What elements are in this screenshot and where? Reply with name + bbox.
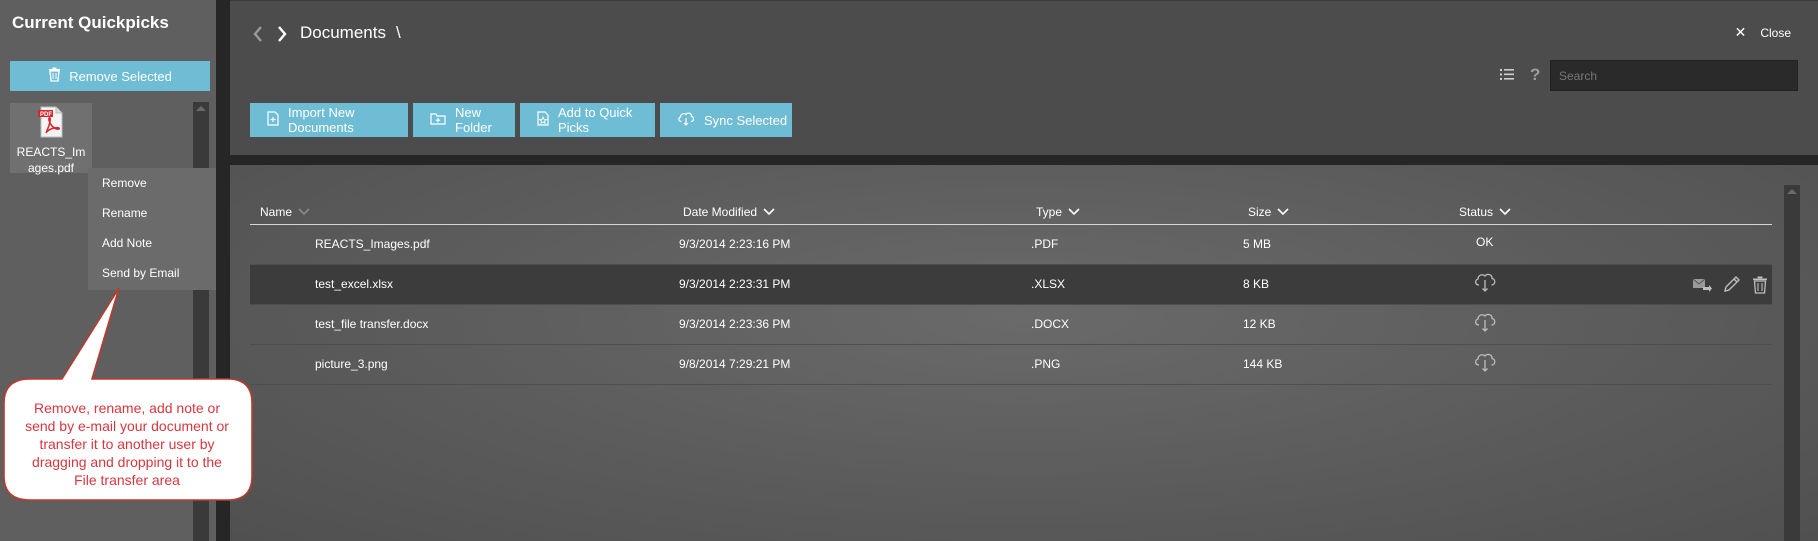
table-row[interactable]: picture_3.png 9/8/2014 7:29:21 PM .PNG 1…	[250, 345, 1772, 385]
trash-icon	[48, 67, 61, 85]
file-type: .XLSX	[1031, 277, 1066, 291]
file-list-area: Name Date Modified Type Size Status REAC…	[230, 165, 1818, 541]
column-status-label: Status	[1459, 205, 1494, 219]
add-quick-picks-label: Add to Quick Picks	[558, 105, 633, 135]
edit-pencil-icon[interactable]	[1722, 276, 1742, 299]
sync-selected-label: Sync Selected	[704, 112, 788, 128]
file-type: .PNG	[1031, 357, 1061, 371]
row-actions	[1692, 276, 1768, 299]
new-folder-label: New Folder	[455, 105, 492, 135]
import-label: Import New Documents	[288, 105, 355, 135]
breadcrumb-separator: \	[396, 23, 401, 42]
column-date-label: Date Modified	[683, 205, 758, 219]
column-type-label: Type	[1036, 205, 1063, 219]
documents-header: Documents \ ✕ Close ? Import New Documen…	[230, 0, 1818, 155]
cloud-download-icon[interactable]	[1472, 271, 1498, 296]
back-chevron-icon[interactable]	[252, 23, 264, 49]
document-add-icon	[267, 111, 279, 129]
column-size-label: Size	[1248, 205, 1272, 219]
delete-trash-icon[interactable]	[1752, 276, 1768, 299]
remove-selected-label: Remove Selected	[69, 68, 172, 84]
list-view-icon[interactable]	[1500, 68, 1514, 86]
import-new-documents-button[interactable]: Import New Documents	[250, 103, 408, 137]
context-menu: Remove Rename Add Note Send by Email	[88, 168, 218, 290]
file-name: test_file transfer.docx	[315, 317, 429, 331]
breadcrumb[interactable]: Documents	[300, 23, 386, 43]
pdf-file-icon: PDF	[37, 106, 65, 143]
file-date: 9/3/2014 2:23:16 PM	[679, 237, 791, 251]
table-row[interactable]: test_excel.xlsx 9/3/2014 2:23:31 PM .XLS…	[250, 265, 1772, 305]
menu-item-add-note[interactable]: Add Note	[88, 228, 218, 258]
menu-item-remove[interactable]: Remove	[88, 168, 218, 198]
file-name: test_excel.xlsx	[315, 277, 394, 291]
menu-item-send-by-email[interactable]: Send by Email	[88, 258, 218, 288]
document-star-icon	[537, 111, 549, 129]
sort-chevron-icon	[1499, 205, 1511, 219]
quickpick-file-name: REACTS_Images.pdf	[16, 145, 86, 175]
file-size: 144 KB	[1243, 357, 1283, 371]
folder-add-icon	[430, 112, 446, 128]
table-row[interactable]: test_file transfer.docx 9/3/2014 2:23:36…	[250, 305, 1772, 345]
sort-chevron-icon	[1277, 205, 1289, 219]
scroll-up-arrow-icon[interactable]	[196, 106, 206, 111]
file-date: 9/8/2014 7:29:21 PM	[679, 357, 791, 371]
close-icon: ✕	[1734, 24, 1747, 40]
file-size: 8 KB	[1243, 277, 1270, 291]
header-divider	[230, 155, 1818, 165]
sync-selected-button[interactable]: Sync Selected	[660, 103, 792, 137]
add-to-quick-picks-button[interactable]: Add to Quick Picks	[520, 103, 655, 137]
cloud-sync-icon	[677, 111, 695, 129]
column-header-name[interactable]: Name	[260, 205, 310, 219]
quickpick-file[interactable]: PDF REACTS_Images.pdf	[10, 103, 92, 175]
status-badge: OK	[1476, 235, 1494, 249]
file-name: REACTS_Images.pdf	[315, 237, 430, 251]
table-row[interactable]: REACTS_Images.pdf 9/3/2014 2:23:16 PM .P…	[250, 225, 1772, 265]
cloud-download-icon[interactable]	[1472, 351, 1498, 376]
column-name-label: Name	[260, 205, 293, 219]
svg-text:PDF: PDF	[40, 112, 52, 118]
column-header-date-modified[interactable]: Date Modified	[683, 205, 775, 219]
file-name: picture_3.png	[315, 357, 388, 371]
new-folder-button[interactable]: New Folder	[413, 103, 515, 137]
sort-chevron-icon	[763, 205, 775, 219]
file-list-scrollbar[interactable]	[1784, 185, 1800, 541]
forward-chevron-icon[interactable]	[276, 23, 288, 49]
remove-selected-button[interactable]: Remove Selected	[10, 61, 210, 91]
file-size: 5 MB	[1243, 237, 1272, 251]
file-date: 9/3/2014 2:23:36 PM	[679, 317, 791, 331]
help-icon[interactable]: ?	[1530, 65, 1540, 85]
transfer-icon[interactable]	[1692, 276, 1712, 299]
scroll-up-arrow-icon[interactable]	[1787, 189, 1797, 194]
sort-chevron-icon	[1068, 205, 1080, 219]
close-button[interactable]: ✕ Close	[1735, 24, 1791, 41]
search-input[interactable]	[1550, 60, 1798, 91]
cloud-download-icon[interactable]	[1472, 311, 1498, 336]
file-type: .PDF	[1031, 237, 1059, 251]
callout-text: Remove, rename, add note or send by e-ma…	[25, 400, 229, 488]
quickpicks-title: Current Quickpicks	[12, 13, 169, 32]
sort-chevron-icon	[298, 205, 310, 219]
menu-item-rename[interactable]: Rename	[88, 198, 218, 228]
column-header-status[interactable]: Status	[1459, 205, 1511, 219]
column-header-size[interactable]: Size	[1248, 205, 1289, 219]
column-header-type[interactable]: Type	[1036, 205, 1080, 219]
file-date: 9/3/2014 2:23:31 PM	[679, 277, 791, 291]
file-type: .DOCX	[1031, 317, 1070, 331]
file-size: 12 KB	[1243, 317, 1276, 331]
close-label: Close	[1760, 25, 1791, 40]
